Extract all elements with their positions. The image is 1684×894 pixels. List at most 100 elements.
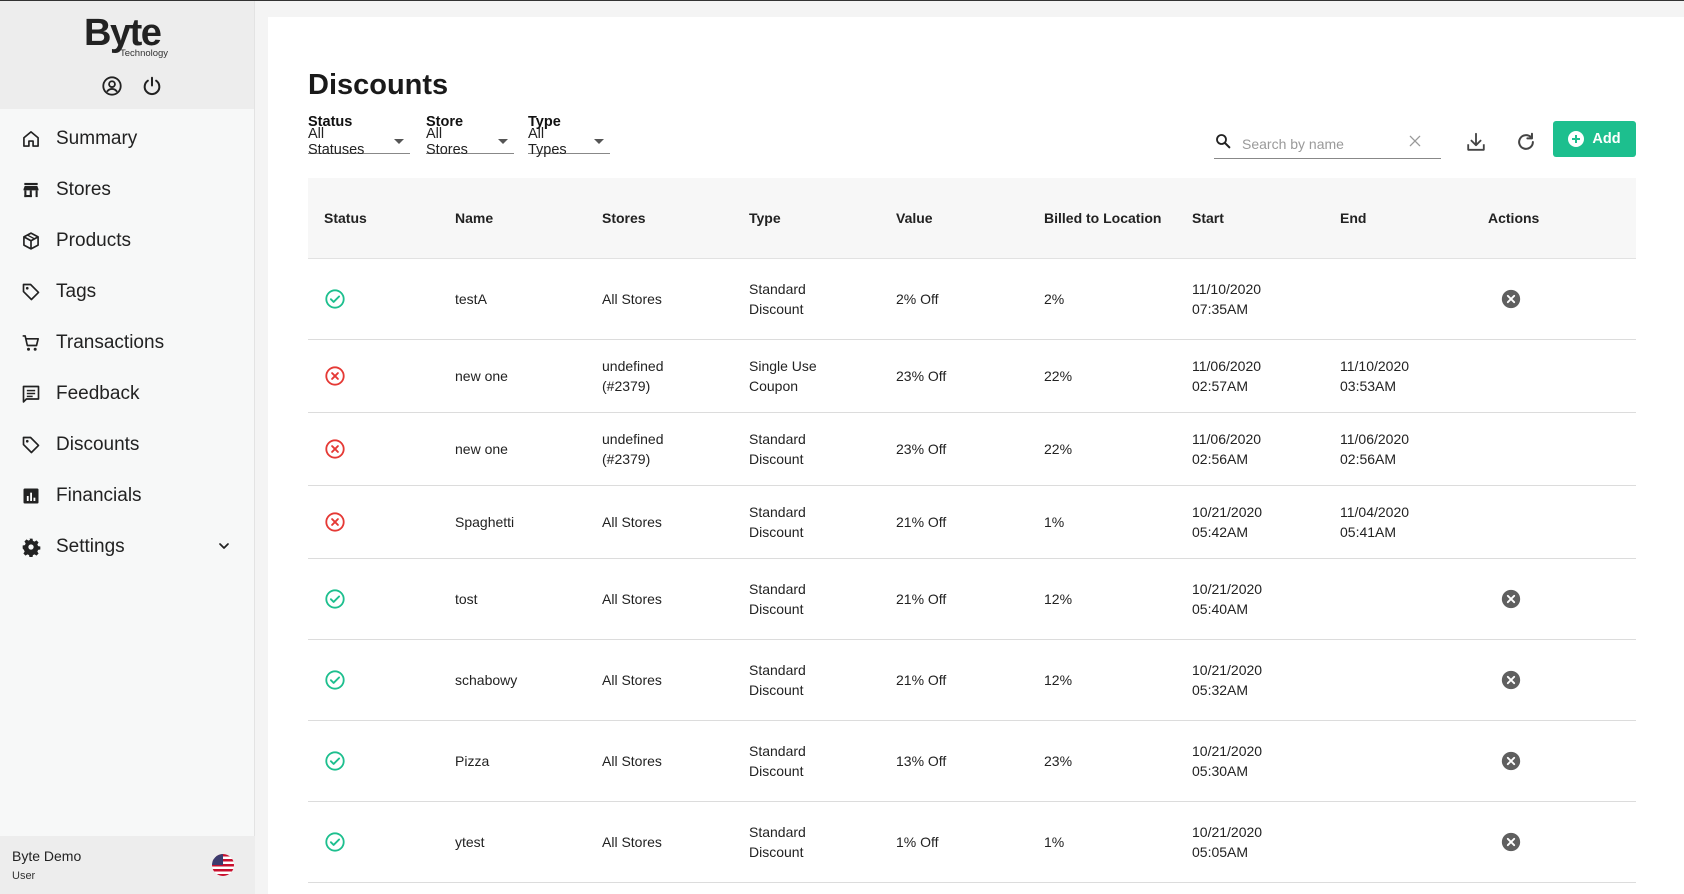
column-header-billed[interactable]: Billed to Location	[1044, 206, 1164, 230]
type-text: Standard Discount	[749, 431, 806, 467]
deactivate-icon[interactable]	[1500, 669, 1522, 691]
billed-cell: 1%	[1044, 512, 1164, 532]
search-box	[1214, 129, 1441, 159]
sidebar-item-settings[interactable]: Settings	[0, 521, 254, 572]
add-label: Add	[1592, 131, 1621, 147]
status-cell	[308, 750, 455, 772]
table-row[interactable]: tost All Stores Standard Discount 21% Off 12…	[308, 559, 1636, 640]
store-filter[interactable]: Store All Stores	[426, 114, 514, 158]
billed-cell: 22%	[1044, 439, 1164, 459]
status-cell	[308, 831, 455, 853]
table-row[interactable]: ytest All Stores Standard Discount 1% Off 1%…	[308, 802, 1636, 883]
sidebar-item-discounts[interactable]: Discounts	[0, 419, 254, 470]
user-panel: Byte Demo User	[0, 836, 255, 894]
start-text: 10/21/2020 05:32AM	[1192, 662, 1263, 698]
refresh-button[interactable]	[1511, 129, 1541, 159]
type-text: Standard Discount	[749, 662, 806, 698]
status-select[interactable]: All Statuses	[308, 126, 410, 158]
status-cell	[308, 288, 455, 310]
sidebar-item-feedback[interactable]: Feedback	[0, 368, 254, 419]
name-text: testA	[455, 291, 487, 307]
billed-text: 1%	[1044, 834, 1065, 850]
chevron-down-icon[interactable]	[216, 538, 232, 554]
stores-cell: All Stores	[602, 751, 749, 771]
start-text: 10/21/2020 05:30AM	[1192, 743, 1263, 779]
power-icon[interactable]	[139, 73, 165, 99]
stores-text: All Stores	[602, 753, 662, 769]
actions-cell	[1488, 831, 1636, 853]
name-text: Pizza	[455, 753, 490, 769]
name-text: new one	[455, 368, 508, 384]
page-title: Discounts	[308, 69, 449, 101]
value-text: 1% Off	[896, 834, 939, 850]
download-button[interactable]	[1461, 129, 1491, 159]
end-text: 11/04/2020 05:41AM	[1340, 504, 1410, 540]
clear-icon[interactable]	[1407, 133, 1423, 154]
sidebar-item-label: Summary	[56, 127, 138, 149]
name-text: tost	[455, 591, 478, 607]
type-filter[interactable]: Type All Types	[528, 114, 610, 158]
name-text: ytest	[455, 834, 485, 850]
table-header: Status Name Stores Type Value Billed to …	[308, 178, 1636, 259]
stores-cell: undefined (#2379)	[602, 356, 749, 396]
deactivate-icon[interactable]	[1500, 750, 1522, 772]
column-header-name[interactable]: Name	[455, 206, 602, 230]
column-header-stores[interactable]: Stores	[602, 206, 749, 230]
us-flag-icon[interactable]	[212, 854, 234, 876]
stores-cell: All Stores	[602, 289, 749, 309]
type-cell: Standard Discount	[749, 822, 896, 862]
column-header-status[interactable]: Status	[308, 206, 455, 230]
column-header-type[interactable]: Type	[749, 206, 896, 230]
name-cell: tost	[455, 589, 602, 609]
table-row[interactable]: schabowy All Stores Standard Discount 21% O…	[308, 640, 1636, 721]
table-row[interactable]: new one undefined (#2379) Standard Discoun…	[308, 413, 1636, 486]
sidebar-item-label: Settings	[56, 535, 125, 557]
end-cell: 11/04/2020 05:41AM	[1340, 502, 1488, 542]
sidebar-item-financials[interactable]: Financials	[0, 470, 254, 521]
filter-value: All Types	[528, 125, 567, 158]
status-cell	[308, 365, 455, 387]
type-cell: Standard Discount	[749, 579, 896, 619]
feedback-icon	[20, 383, 41, 404]
sidebar-header: Byte Technology	[0, 1, 254, 109]
search-input[interactable]	[1242, 135, 1407, 152]
stores-text: All Stores	[602, 291, 662, 307]
sidebar-item-label: Discounts	[56, 433, 140, 455]
table-row[interactable]: Spaghetti All Stores Standard Discount 21% …	[308, 486, 1636, 559]
deactivate-icon[interactable]	[1500, 288, 1522, 310]
table-row[interactable]: testA All Stores Standard Discount 2% Off 2%…	[308, 259, 1636, 340]
stores-cell: All Stores	[602, 670, 749, 690]
account-icon[interactable]	[99, 73, 125, 99]
column-header-value[interactable]: Value	[896, 206, 1044, 230]
tag-icon	[20, 281, 41, 302]
deactivate-icon[interactable]	[1500, 588, 1522, 610]
value-cell: 2% Off	[896, 289, 1044, 309]
sidebar-item-transactions[interactable]: Transactions	[0, 317, 254, 368]
home-icon	[20, 128, 41, 149]
sidebar-item-tags[interactable]: Tags	[0, 266, 254, 317]
store-icon	[20, 179, 41, 200]
store-select[interactable]: All Stores	[426, 126, 514, 158]
caret-down-icon	[394, 139, 404, 144]
column-header-end[interactable]: End	[1340, 206, 1488, 230]
column-header-start[interactable]: Start	[1192, 206, 1340, 230]
deactivate-icon[interactable]	[1500, 831, 1522, 853]
stores-cell: undefined (#2379)	[602, 429, 749, 469]
billed-text: 12%	[1044, 672, 1073, 688]
sidebar-item-products[interactable]: Products	[0, 215, 254, 266]
type-select[interactable]: All Types	[528, 126, 610, 158]
sidebar-item-summary[interactable]: Summary	[0, 113, 254, 164]
billed-text: 22%	[1044, 368, 1073, 384]
name-cell: Pizza	[455, 751, 602, 771]
status-filter[interactable]: Status All Statuses	[308, 114, 410, 158]
sidebar-item-label: Financials	[56, 484, 142, 506]
actions-cell	[1488, 750, 1636, 772]
name-cell: ytest	[455, 832, 602, 852]
chart-icon	[20, 485, 41, 506]
stores-cell: All Stores	[602, 589, 749, 609]
name-cell: new one	[455, 366, 602, 386]
table-row[interactable]: new one undefined (#2379) Single Use Coupo…	[308, 340, 1636, 413]
table-row[interactable]: Pizza All Stores Standard Discount 13% Off 2…	[308, 721, 1636, 802]
sidebar-item-stores[interactable]: Stores	[0, 164, 254, 215]
add-button[interactable]: Add	[1553, 121, 1636, 157]
